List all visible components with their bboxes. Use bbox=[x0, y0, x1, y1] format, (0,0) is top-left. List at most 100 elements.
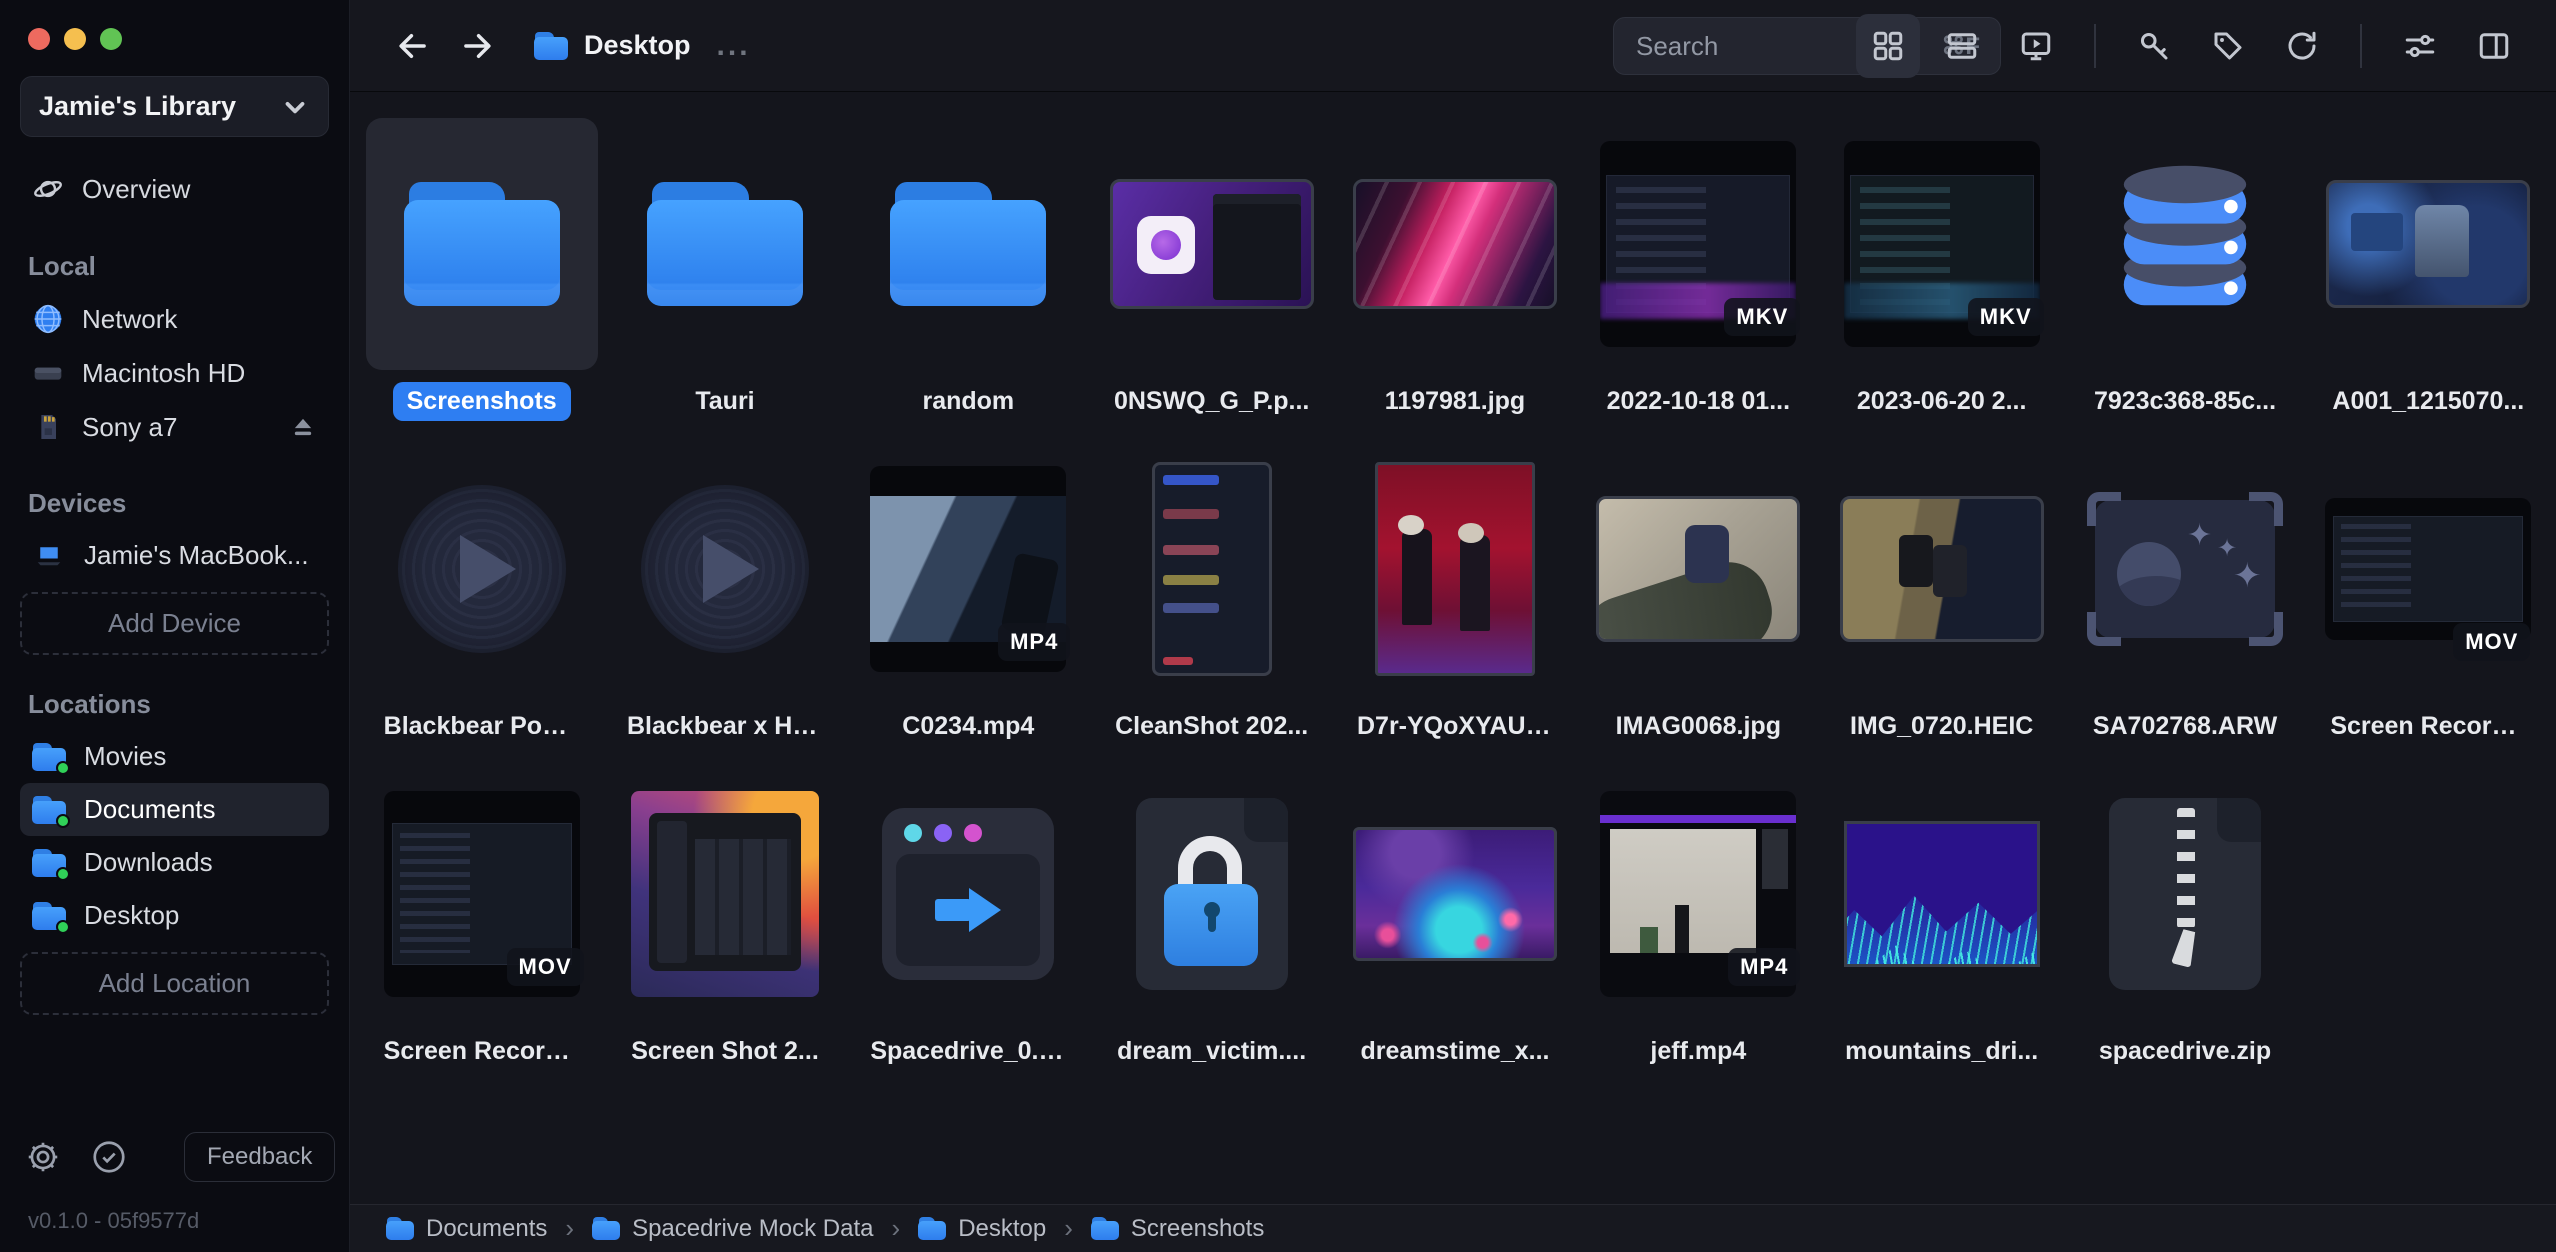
breadcrumb-spacedrive-mock-data[interactable]: Spacedrive Mock Data bbox=[592, 1215, 873, 1243]
breadcrumb-separator: › bbox=[565, 1213, 574, 1244]
forward-button[interactable] bbox=[458, 27, 496, 65]
sidebar-item-label: Macintosh HD bbox=[82, 358, 245, 389]
current-location-tab[interactable]: Desktop bbox=[534, 30, 691, 61]
sidebar-item-documents[interactable]: Documents bbox=[20, 783, 329, 836]
tags-button[interactable] bbox=[2196, 14, 2260, 78]
sidebar-item-network[interactable]: Network bbox=[20, 292, 329, 346]
breadcrumb-desktop[interactable]: Desktop bbox=[918, 1215, 1046, 1243]
file-item[interactable]: 0NSWQ_G_P.p... bbox=[1090, 118, 1333, 421]
file-item[interactable]: mountains_dri... bbox=[1820, 768, 2063, 1071]
media-view-button[interactable] bbox=[2004, 14, 2068, 78]
file-item[interactable]: ✦ ✦ ✦ SA702768.ARW bbox=[2063, 443, 2306, 746]
file-name: Spacedrive_0.1... bbox=[856, 1032, 1080, 1071]
sd-card-icon bbox=[32, 411, 64, 443]
image-thumbnail bbox=[1596, 496, 1800, 642]
check-circle-icon[interactable] bbox=[90, 1138, 128, 1176]
sidebar-item-downloads[interactable]: Downloads bbox=[20, 836, 329, 889]
image-thumbnail bbox=[1353, 827, 1557, 961]
app-version: v0.1.0 - 05f9577d bbox=[28, 1208, 329, 1234]
file-item[interactable]: random bbox=[847, 118, 1090, 421]
file-item[interactable]: Blackbear x Ho... bbox=[603, 443, 846, 746]
breadcrumb-separator: › bbox=[1064, 1213, 1073, 1244]
sidebar-item-macintosh-hd[interactable]: Macintosh HD bbox=[20, 346, 329, 400]
file-item[interactable]: 1197981.jpg bbox=[1333, 118, 1576, 421]
file-name: CleanShot 202... bbox=[1101, 707, 1322, 746]
file-name: IMG_0720.HEIC bbox=[1836, 707, 2047, 746]
image-thumbnail bbox=[1375, 462, 1535, 676]
minimize-window-button[interactable] bbox=[64, 28, 86, 50]
refresh-button[interactable] bbox=[2270, 14, 2334, 78]
file-item[interactable]: Spacedrive_0.1... bbox=[847, 768, 1090, 1071]
gear-icon[interactable] bbox=[24, 1138, 62, 1176]
sidebar-item-movies[interactable]: Movies bbox=[20, 730, 329, 783]
sidebar-item-sony-a7[interactable]: Sony a7 bbox=[20, 400, 329, 454]
sidebar-item-jamies-macbook[interactable]: Jamie's MacBook... bbox=[20, 529, 329, 582]
file-item[interactable]: 7923c368-85c... bbox=[2063, 118, 2306, 421]
file-name: random bbox=[908, 382, 1028, 421]
folder-icon bbox=[918, 1217, 946, 1240]
eject-icon[interactable] bbox=[289, 413, 317, 441]
sidebar-item-label: Movies bbox=[84, 741, 166, 772]
current-location-label: Desktop bbox=[584, 30, 691, 61]
file-item[interactable]: Screenshots bbox=[360, 118, 603, 421]
file-item[interactable]: IMG_0720.HEIC bbox=[1820, 443, 2063, 746]
refresh-icon bbox=[2284, 28, 2320, 64]
close-window-button[interactable] bbox=[28, 28, 50, 50]
search-placeholder: Search bbox=[1636, 31, 1718, 62]
file-name: D7r-YQoXYAUt... bbox=[1343, 707, 1567, 746]
file-item[interactable]: Screen Shot 2... bbox=[603, 768, 846, 1071]
library-name: Jamie's Library bbox=[39, 91, 236, 122]
file-item[interactable]: MP4 jeff.mp4 bbox=[1577, 768, 1820, 1071]
video-thumbnail bbox=[2325, 498, 2531, 640]
breadcrumb-documents[interactable]: Documents bbox=[386, 1215, 547, 1243]
file-extension-badge: MKV bbox=[1968, 298, 2044, 336]
file-item[interactable]: MP4 C0234.mp4 bbox=[847, 443, 1090, 746]
file-name: Blackbear Post... bbox=[370, 707, 594, 746]
more-options-button[interactable]: ... bbox=[717, 29, 751, 63]
folder-icon bbox=[32, 902, 66, 930]
list-view-button[interactable] bbox=[1930, 14, 1994, 78]
sidebar-item-desktop[interactable]: Desktop bbox=[20, 889, 329, 942]
filter-settings-button[interactable] bbox=[2388, 14, 2452, 78]
file-item[interactable]: Tauri bbox=[603, 118, 846, 421]
file-item[interactable]: IMAG0068.jpg bbox=[1577, 443, 1820, 746]
feedback-button[interactable]: Feedback bbox=[184, 1132, 335, 1182]
database-icon bbox=[2100, 159, 2270, 329]
sidebar: Jamie's Library Overview Local bbox=[0, 0, 350, 1252]
arrow-right-icon bbox=[935, 888, 1001, 932]
sidebar-item-overview[interactable]: Overview bbox=[20, 161, 329, 217]
inspector-toggle-button[interactable] bbox=[2462, 14, 2526, 78]
zoom-window-button[interactable] bbox=[100, 28, 122, 50]
breadcrumb-separator: › bbox=[892, 1213, 901, 1244]
breadcrumb-screenshots[interactable]: Screenshots bbox=[1091, 1215, 1264, 1243]
image-thumbnail bbox=[1353, 179, 1557, 309]
file-item[interactable]: spacedrive.zip bbox=[2063, 768, 2306, 1071]
file-item[interactable]: D7r-YQoXYAUt... bbox=[1333, 443, 1576, 746]
panel-right-icon bbox=[2476, 28, 2512, 64]
file-item[interactable]: MKV 2023-06-20 2... bbox=[1820, 118, 2063, 421]
library-switcher[interactable]: Jamie's Library bbox=[20, 76, 329, 137]
file-name: mountains_dri... bbox=[1831, 1032, 2052, 1071]
file-item[interactable]: dreamstime_x... bbox=[1333, 768, 1576, 1071]
file-item[interactable]: Blackbear Post... bbox=[360, 443, 603, 746]
online-dot bbox=[56, 920, 70, 934]
file-item[interactable]: MOV Screen Recordi... bbox=[2307, 443, 2550, 746]
file-item[interactable]: MKV 2022-10-18 01... bbox=[1577, 118, 1820, 421]
add-location-button[interactable]: Add Location bbox=[20, 952, 329, 1015]
file-item[interactable]: dream_victim.... bbox=[1090, 768, 1333, 1071]
grid-view-button[interactable] bbox=[1856, 14, 1920, 78]
image-thumbnail bbox=[1152, 462, 1272, 676]
file-item[interactable]: CleanShot 202... bbox=[1090, 443, 1333, 746]
file-name: 0NSWQ_G_P.p... bbox=[1100, 382, 1323, 421]
topbar: Desktop ... Search ⌘F bbox=[350, 0, 2556, 92]
sidebar-item-label: Network bbox=[82, 304, 177, 335]
file-extension-badge: MKV bbox=[1724, 298, 1800, 336]
file-name: 2023-06-20 2... bbox=[1843, 382, 2041, 421]
add-device-button[interactable]: Add Device bbox=[20, 592, 329, 655]
file-item[interactable]: A001_1215070... bbox=[2307, 118, 2550, 421]
section-title-local: Local bbox=[28, 251, 329, 282]
key-manager-button[interactable] bbox=[2122, 14, 2186, 78]
file-item[interactable]: MOV Screen Recordi... bbox=[360, 768, 603, 1071]
globe-icon bbox=[32, 303, 64, 335]
back-button[interactable] bbox=[394, 27, 432, 65]
